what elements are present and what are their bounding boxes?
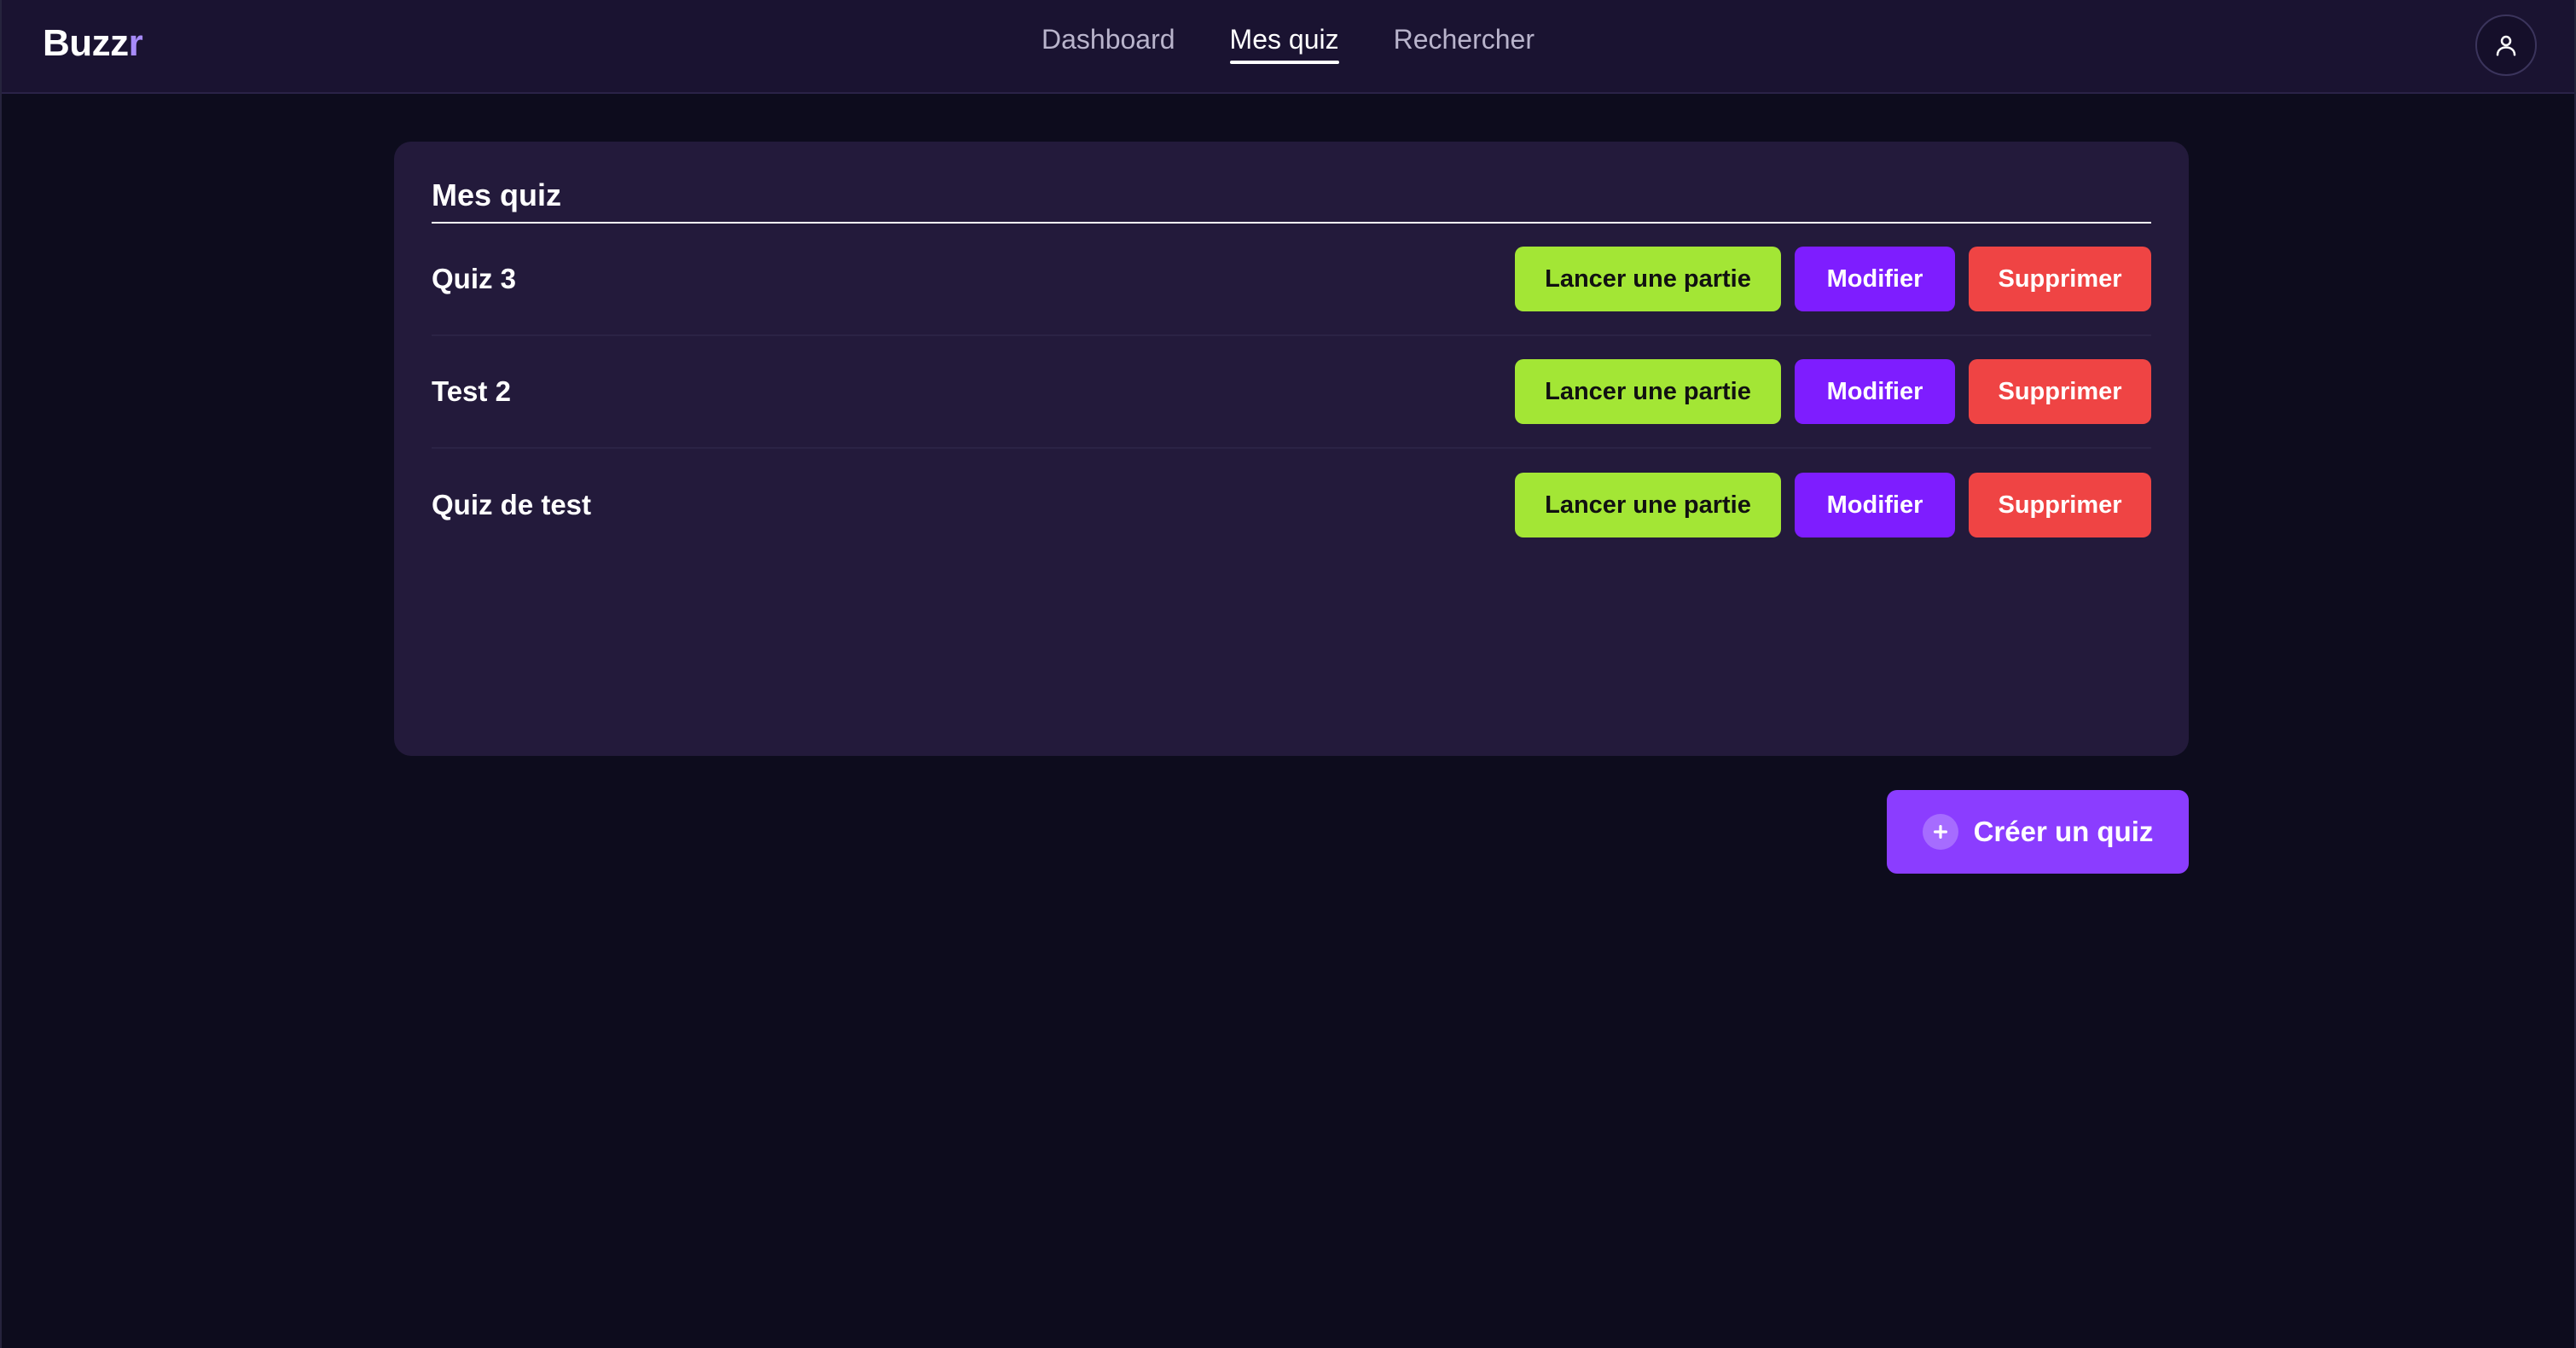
panel-title: Mes quiz bbox=[432, 172, 2151, 224]
create-quiz-button[interactable]: Créer un quiz bbox=[1887, 790, 2189, 874]
main-nav: Dashboard Mes quiz Rechercher bbox=[2, 0, 2574, 94]
nav-item-rechercher[interactable]: Rechercher bbox=[1394, 24, 1535, 64]
nav-item-dashboard[interactable]: Dashboard bbox=[1041, 24, 1175, 64]
user-avatar-button[interactable] bbox=[2475, 15, 2537, 76]
quiz-name: Test 2 bbox=[432, 375, 511, 407]
edit-quiz-button[interactable]: Modifier bbox=[1795, 359, 1955, 424]
delete-quiz-button[interactable]: Supprimer bbox=[1969, 473, 2151, 537]
edit-quiz-button[interactable]: Modifier bbox=[1795, 473, 1955, 537]
delete-quiz-button[interactable]: Supprimer bbox=[1969, 247, 2151, 311]
launch-game-button[interactable]: Lancer une partie bbox=[1515, 247, 1781, 311]
quiz-name: Quiz de test bbox=[432, 489, 592, 520]
user-icon bbox=[2496, 35, 2516, 56]
quiz-name: Quiz 3 bbox=[432, 263, 517, 294]
my-quizzes-panel: Mes quiz Quiz 3 Lancer une partie Modifi… bbox=[394, 142, 2189, 756]
app-window: Buzzr Dashboard Mes quiz Rechercher Mes … bbox=[0, 0, 2576, 1348]
plus-circle-icon bbox=[1922, 814, 1958, 850]
quiz-actions: Lancer une partie Modifier Supprimer bbox=[1515, 247, 2151, 311]
top-navigation-bar: Buzzr Dashboard Mes quiz Rechercher bbox=[2, 0, 2574, 94]
create-quiz-label: Créer un quiz bbox=[1973, 816, 2154, 847]
delete-quiz-button[interactable]: Supprimer bbox=[1969, 359, 2151, 424]
edit-quiz-button[interactable]: Modifier bbox=[1795, 247, 1955, 311]
quiz-row: Quiz 3 Lancer une partie Modifier Suppri… bbox=[432, 224, 2151, 336]
quiz-row: Quiz de test Lancer une partie Modifier … bbox=[432, 449, 2151, 561]
quiz-row: Test 2 Lancer une partie Modifier Suppri… bbox=[432, 336, 2151, 449]
nav-item-mes-quiz[interactable]: Mes quiz bbox=[1229, 24, 1339, 64]
quiz-list: Quiz 3 Lancer une partie Modifier Suppri… bbox=[432, 224, 2151, 561]
launch-game-button[interactable]: Lancer une partie bbox=[1515, 359, 1781, 424]
launch-game-button[interactable]: Lancer une partie bbox=[1515, 473, 1781, 537]
quiz-actions: Lancer une partie Modifier Supprimer bbox=[1515, 359, 2151, 424]
quiz-actions: Lancer une partie Modifier Supprimer bbox=[1515, 473, 2151, 537]
